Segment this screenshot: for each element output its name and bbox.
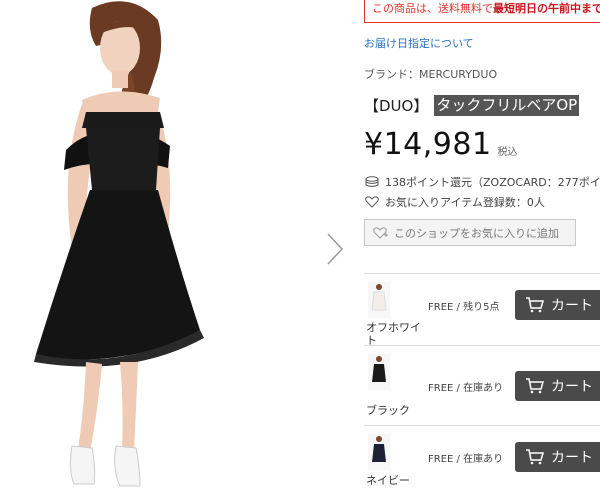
product-name: タックフリルベアOP [434,94,580,116]
add-shop-favorite-button[interactable]: このショップをお気に入りに追加 [364,219,576,246]
delivery-date-link[interactable]: お届け日指定について [364,35,474,51]
promo-text: この商品は、送料無料で [372,2,493,15]
heart-icon [364,195,380,209]
tax-label: 税込 [497,147,518,158]
product-info: この商品は、送料無料で最短明日の午前中まで お届け日指定について ブランド：ME… [364,0,600,495]
brand-label: ブランド：MERCURYDUO [364,68,498,81]
favorite-count-text: お気に入りアイテム登録数：0人 [385,196,545,209]
shipping-promo-banner: この商品は、送料無料で最短明日の午前中まで [364,0,600,23]
cart-label: カート [551,450,593,466]
chevron-right-icon [327,233,344,265]
price-row: ¥14,981 税込 [364,128,518,162]
sku-thumbnail [368,282,390,318]
add-to-cart-button[interactable]: カート [515,290,600,320]
sku-row: ネイビー FREE / 在庫あり カート [364,425,600,495]
sku-thumbnail [368,354,390,390]
product-photo [0,0,318,495]
shop-favorite-label: このショップをお気に入りに追加 [394,226,559,240]
cart-label: カート [551,379,593,395]
cart-icon [526,378,544,394]
model-illustration [0,0,318,495]
points-text: 138ポイント還元（ZOZOCARD：277ポイ [385,176,600,189]
sku-stock: FREE / 在庫あり [428,454,504,465]
sku-thumbnail [368,434,390,470]
add-to-cart-button[interactable]: カート [515,442,600,472]
sku-color: ネイビー [366,474,410,487]
sku-color: オフホワイト [366,321,421,347]
next-image-button[interactable] [324,232,346,266]
promo-highlight: 最短明日の午前中まで [493,2,600,15]
sku-color: ブラック [366,404,410,417]
product-tag: 【DUO】 [364,96,429,115]
sku-stock: FREE / 残り5点 [428,302,500,313]
sku-stock: FREE / 在庫あり [428,383,504,394]
favorite-count: お気に入りアイテム登録数：0人 [364,194,545,210]
sku-row: オフホワイト FREE / 残り5点 カート [364,273,600,347]
product-title: 【DUO】 タックフリルベアOP [364,94,580,116]
add-to-cart-button[interactable]: カート [515,371,600,401]
coin-icon [364,175,380,189]
heart-plus-icon [373,226,389,240]
sku-row: ブラック FREE / 在庫あり カート [364,345,600,417]
product-price: ¥14,981 [364,127,492,162]
cart-icon [526,297,544,313]
cart-icon [526,449,544,465]
points-info: 138ポイント還元（ZOZOCARD：277ポイ [364,174,600,190]
cart-label: カート [551,298,593,314]
